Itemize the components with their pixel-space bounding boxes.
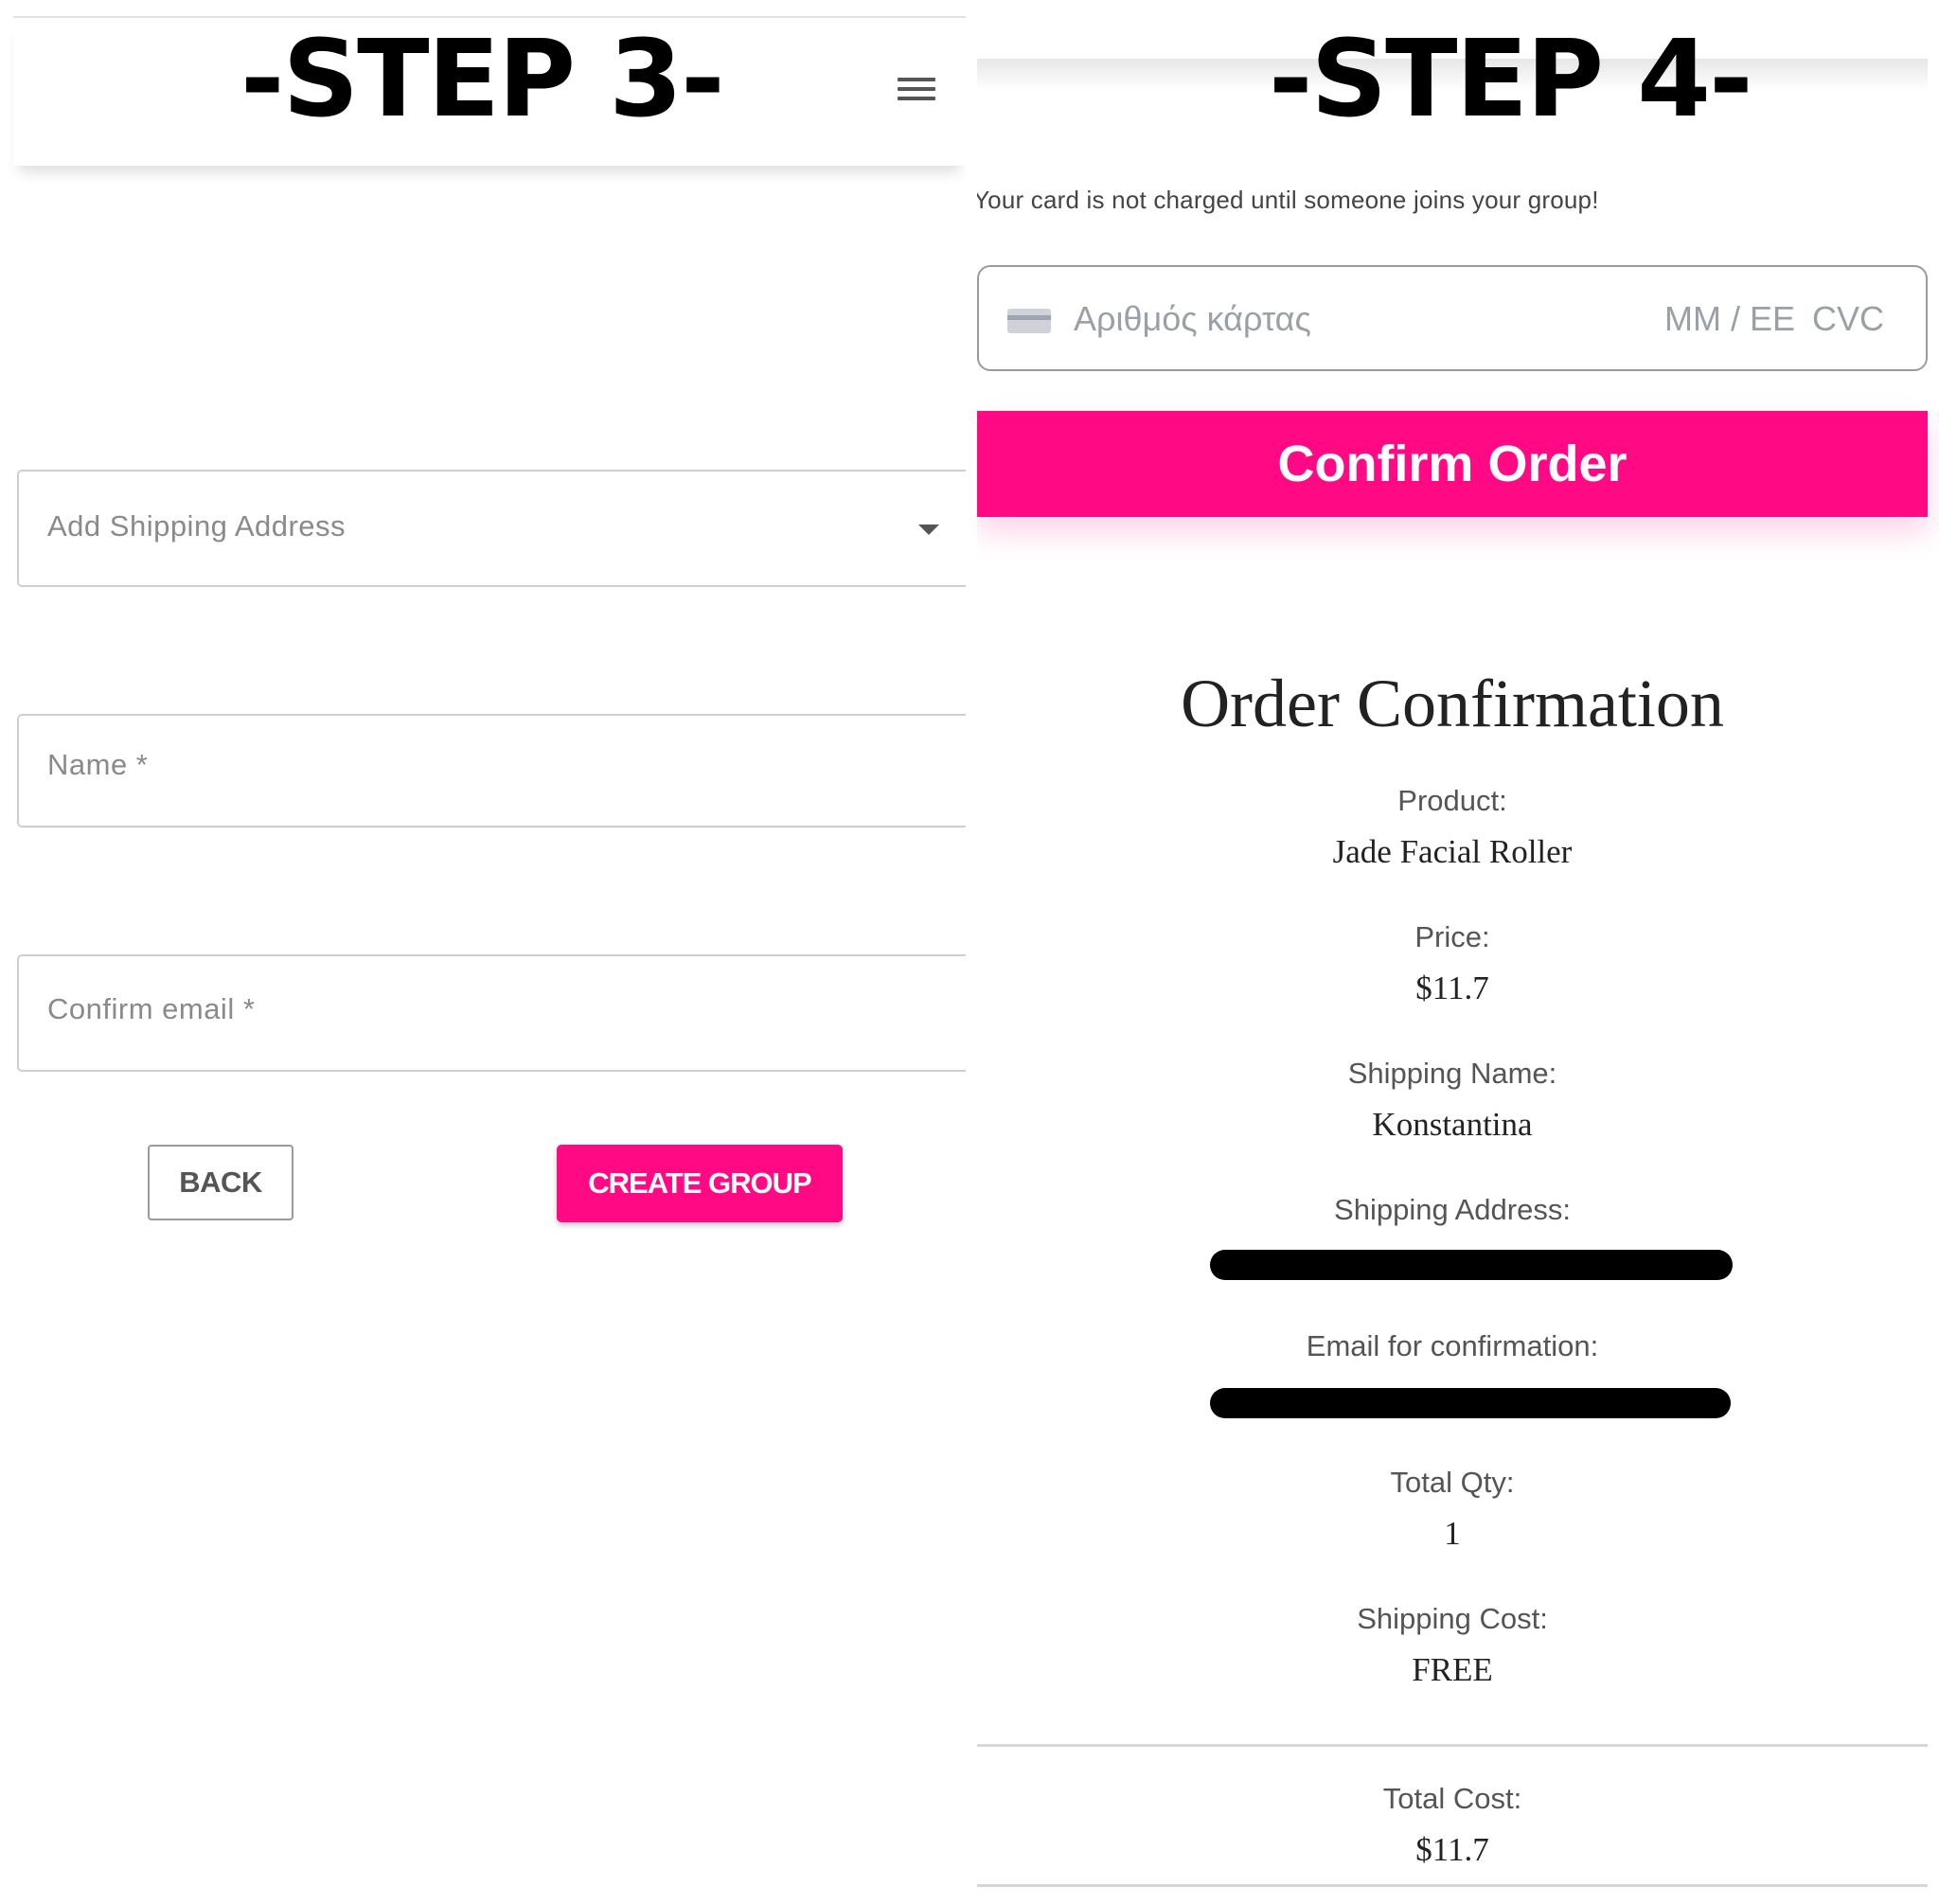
shipping-cost-label: Shipping Cost: [1357, 1602, 1548, 1635]
shipping-address-select[interactable]: Add Shipping Address [17, 470, 966, 587]
card-expiry-placeholder[interactable]: MM / EE [1664, 299, 1795, 339]
redacted-email [1210, 1388, 1731, 1418]
redacted-address [1210, 1250, 1733, 1280]
step3-panel: -STEP 3- Add Shipping Address Name * Con… [0, 0, 966, 1904]
card-number-placeholder[interactable]: Αριθμός κάρτας [1074, 299, 1311, 339]
total-cost-value: $11.7 [1415, 1831, 1489, 1868]
email-label: Email for confirmation: [1306, 1329, 1599, 1362]
total-qty-value: 1 [1444, 1515, 1461, 1552]
total-qty-label: Total Qty: [1390, 1466, 1515, 1499]
order-confirmation-title: Order Confirmation [1181, 666, 1724, 741]
chevron-down-icon[interactable] [918, 525, 939, 535]
card-notice: Your card is not charged until someone j… [977, 186, 1599, 214]
step3-title: -STEP 3- [240, 18, 725, 141]
confirm-email-placeholder: Confirm email * [47, 992, 256, 1025]
total-cost-label: Total Cost: [1382, 1782, 1522, 1815]
price-value: $11.7 [1415, 970, 1489, 1006]
shipping-address-label: Shipping Address: [1334, 1193, 1571, 1226]
product-value: Jade Facial Roller [1332, 833, 1573, 870]
product-label: Product: [1397, 784, 1507, 817]
card-cvc-placeholder[interactable]: CVC [1812, 299, 1884, 339]
confirm-order-button[interactable]: Confirm Order [977, 411, 1928, 517]
confirm-email-field[interactable]: Confirm email * [17, 954, 966, 1072]
shipping-cost-value: FREE [1412, 1651, 1493, 1688]
name-placeholder: Name * [47, 748, 149, 781]
create-group-button[interactable]: CREATE GROUP [557, 1145, 843, 1222]
shipping-address-placeholder: Add Shipping Address [47, 509, 347, 543]
card-input[interactable]: Αριθμός κάρτας MM / EE CVC [977, 265, 1928, 371]
total-divider [977, 1744, 1928, 1747]
price-label: Price: [1414, 920, 1490, 953]
credit-card-icon [1007, 309, 1051, 333]
step4-title: -STEP 4- [1269, 18, 1753, 141]
step4-panel: Your card is not charged until someone j… [977, 0, 1939, 1904]
hamburger-menu-icon[interactable] [898, 78, 935, 104]
shipping-name-label: Shipping Name: [1347, 1057, 1557, 1090]
bottom-divider [977, 1884, 1928, 1887]
shipping-name-value: Konstantina [1372, 1106, 1533, 1143]
name-field[interactable]: Name * [17, 714, 966, 827]
back-button[interactable]: BACK [148, 1145, 294, 1220]
